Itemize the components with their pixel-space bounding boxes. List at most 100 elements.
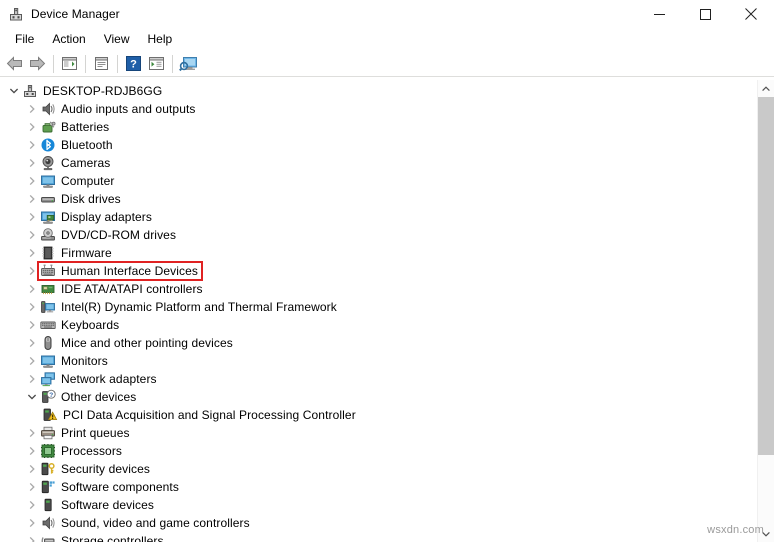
chevron-right-icon[interactable] — [24, 532, 40, 542]
processor-icon — [40, 443, 56, 459]
chevron-right-icon[interactable] — [24, 424, 40, 442]
chevron-right-icon[interactable] — [24, 352, 40, 370]
tree-row-label: DESKTOP-RDJB6GG — [43, 84, 163, 98]
close-button[interactable] — [728, 0, 774, 28]
tree-row-cameras[interactable]: Cameras — [0, 154, 756, 172]
tree-row-label: Security devices — [61, 462, 150, 476]
unknown-device-warning-icon — [42, 407, 58, 423]
chevron-right-icon[interactable] — [24, 316, 40, 334]
printer-icon — [40, 425, 56, 441]
scan-for-hardware-changes-icon[interactable] — [177, 53, 200, 75]
tree-row-other-devices[interactable]: ? Other devices — [0, 388, 756, 406]
maximize-button[interactable] — [682, 0, 728, 28]
network-adapter-icon — [40, 371, 56, 387]
chevron-right-icon[interactable] — [24, 172, 40, 190]
tree-row-root[interactable]: DESKTOP-RDJB6GG — [0, 82, 756, 100]
menu-item-view[interactable]: View — [95, 30, 139, 49]
menu-item-action[interactable]: Action — [43, 30, 94, 49]
tree-row-software-components[interactable]: Software components — [0, 478, 756, 496]
software-component-icon — [40, 479, 56, 495]
tree-row-dvd-cd-rom-drives[interactable]: DVD/CD-ROM drives — [0, 226, 756, 244]
tree-row-ide-ata-atapi-controllers[interactable]: IDE ATA/ATAPI controllers — [0, 280, 756, 298]
chevron-right-icon[interactable] — [24, 334, 40, 352]
tree-row-label: Processors — [61, 444, 123, 458]
chevron-right-icon[interactable] — [24, 496, 40, 514]
tree-row-label: Software components — [61, 480, 179, 494]
menu-item-file[interactable]: File — [6, 30, 43, 49]
chevron-right-icon[interactable] — [24, 244, 40, 262]
toolbar-separator — [117, 54, 118, 73]
chevron-right-icon[interactable] — [24, 100, 40, 118]
tree-row-label: Firmware — [61, 246, 112, 260]
chevron-right-icon[interactable] — [24, 190, 40, 208]
chevron-right-icon[interactable] — [24, 262, 40, 280]
bluetooth-icon — [40, 137, 56, 153]
tree-row-batteries[interactable]: Batteries — [0, 118, 756, 136]
tree-row-label: Keyboards — [61, 318, 120, 332]
back-arrow-icon[interactable] — [3, 53, 26, 75]
show-hide-console-tree-icon[interactable] — [58, 53, 81, 75]
chevron-right-icon[interactable] — [24, 298, 40, 316]
tree-row-human-interface-devices[interactable]: Human Interface Devices — [0, 262, 756, 280]
display-adapter-icon — [40, 209, 56, 225]
chevron-right-icon[interactable] — [24, 280, 40, 298]
forward-arrow-icon[interactable] — [26, 53, 49, 75]
chevron-right-icon[interactable] — [24, 118, 40, 136]
tree-row-display-adapters[interactable]: Display adapters — [0, 208, 756, 226]
menu-item-help[interactable]: Help — [139, 30, 182, 49]
tree-row-label: Monitors — [61, 354, 108, 368]
tree-row-mice-and-other-pointing-devices[interactable]: Mice and other pointing devices — [0, 334, 756, 352]
properties-icon[interactable] — [90, 53, 113, 75]
speaker-icon — [40, 515, 56, 531]
tree-row-pci-data-acquisition-and-signal-processing-controller[interactable]: PCI Data Acquisition and Signal Processi… — [0, 406, 756, 424]
speaker-icon — [40, 101, 56, 117]
chevron-down-icon[interactable] — [24, 388, 40, 406]
tree-row-storage-controllers[interactable]: Storage controllers — [0, 532, 756, 542]
chevron-right-icon[interactable] — [24, 514, 40, 532]
menu-bar: File Action View Help — [0, 28, 774, 51]
chevron-down-icon[interactable] — [6, 82, 22, 100]
chevron-right-icon[interactable] — [24, 136, 40, 154]
tree-row-bluetooth[interactable]: Bluetooth — [0, 136, 756, 154]
title-bar: Device Manager — [0, 0, 774, 28]
tree-row-computer[interactable]: Computer — [0, 172, 756, 190]
other-device-question-icon: ? — [40, 389, 56, 405]
tree-row-label: Sound, video and game controllers — [61, 516, 250, 530]
chevron-right-icon[interactable] — [24, 208, 40, 226]
tree-row-sound-video-and-game-controllers[interactable]: Sound, video and game controllers — [0, 514, 756, 532]
tree-row-label: Computer — [61, 174, 115, 188]
computer-node-icon — [22, 83, 38, 99]
svg-text:?: ? — [49, 392, 53, 399]
tree-row-software-devices[interactable]: Software devices — [0, 496, 756, 514]
tree-row-print-queues[interactable]: Print queues — [0, 424, 756, 442]
device-tree-panel[interactable]: DESKTOP-RDJB6GG Audio inputs and outputs — [0, 80, 774, 542]
minimize-button[interactable] — [636, 0, 682, 28]
tree-row-label: Cameras — [61, 156, 111, 170]
device-manager-window: Device Manager File Action View Help ? D… — [0, 0, 774, 542]
chevron-right-icon[interactable] — [24, 442, 40, 460]
tree-row-security-devices[interactable]: Security devices — [0, 460, 756, 478]
tree-row-firmware[interactable]: Firmware — [0, 244, 756, 262]
tree-row-intel-dynamic-platform-and-thermal-framework[interactable]: Intel(R) Dynamic Platform and Thermal Fr… — [0, 298, 756, 316]
chevron-right-icon[interactable] — [24, 478, 40, 496]
monitor-icon — [40, 173, 56, 189]
chevron-right-icon[interactable] — [24, 370, 40, 388]
tree-row-audio-inputs-and-outputs[interactable]: Audio inputs and outputs — [0, 100, 756, 118]
chevron-right-icon[interactable] — [24, 226, 40, 244]
tree-row-keyboards[interactable]: Keyboards — [0, 316, 756, 334]
tree-row-label: PCI Data Acquisition and Signal Processi… — [63, 408, 356, 422]
tree-row-monitors[interactable]: Monitors — [0, 352, 756, 370]
vertical-scrollbar[interactable] — [757, 80, 774, 542]
tree-row-processors[interactable]: Processors — [0, 442, 756, 460]
tree-row-disk-drives[interactable]: Disk drives — [0, 190, 756, 208]
scroll-up-arrow-icon[interactable] — [758, 80, 774, 97]
watermark: wsxdn.com — [707, 524, 764, 536]
update-driver-icon[interactable] — [145, 53, 168, 75]
chevron-right-icon[interactable] — [24, 460, 40, 478]
tree-row-label: Human Interface Devices — [61, 264, 199, 278]
help-icon[interactable]: ? — [122, 53, 145, 75]
scrollbar-thumb[interactable] — [758, 97, 774, 455]
chevron-right-icon[interactable] — [24, 154, 40, 172]
tree-row-label: Intel(R) Dynamic Platform and Thermal Fr… — [61, 300, 337, 314]
tree-row-network-adapters[interactable]: Network adapters — [0, 370, 756, 388]
